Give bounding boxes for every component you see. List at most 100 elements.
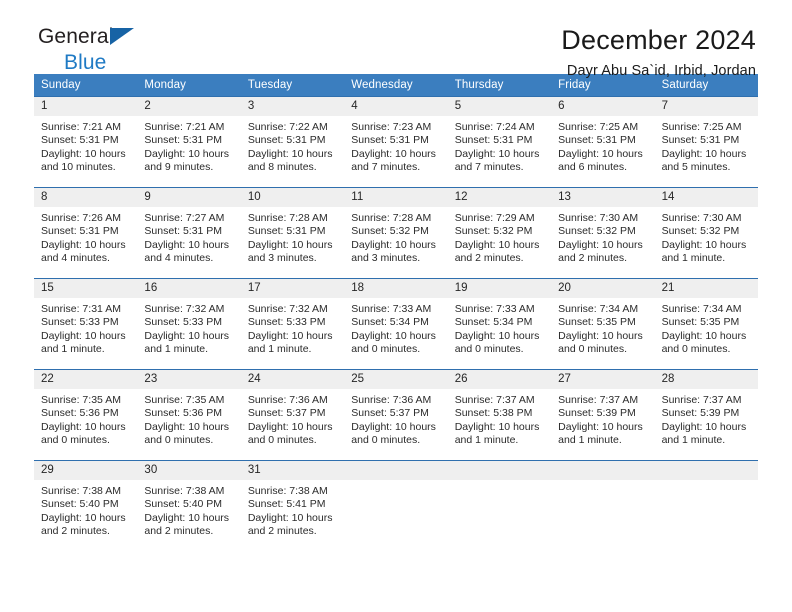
- day-details: Sunrise: 7:21 AM Sunset: 5:31 PM Daylight:…: [137, 116, 240, 174]
- calendar-day-cell[interactable]: 1 Sunrise: 7:21 AM Sunset: 5:31 PM Daylight…: [34, 97, 138, 179]
- day-detail-line: Sunset: 5:33 PM: [247, 316, 326, 329]
- day-details: Sunrise: 7:36 AM Sunset: 5:37 PM Daylight:…: [344, 389, 447, 447]
- day-detail-line: Sunset: 5:31 PM: [41, 134, 119, 147]
- calendar-day-cell[interactable]: 31 Sunrise: 7:38 AM Sunset: 5:41 PM Dayligh…: [240, 461, 345, 543]
- day-detail-line: Sunset: 5:40 PM: [41, 498, 119, 511]
- day-number: [344, 461, 448, 480]
- day-number: 8: [34, 188, 138, 207]
- calendar-day-cell[interactable]: 25 Sunrise: 7:36 AM Sunset: 5:37 PM Dayligh…: [344, 370, 448, 452]
- day-detail-line: Daylight: 10 hours: [351, 420, 436, 433]
- day-detail-line: Daylight: 10 hours: [41, 238, 126, 251]
- day-detail-line: and 2 minutes.: [41, 524, 110, 537]
- day-detail-line: Sunset: 5:32 PM: [661, 225, 740, 238]
- day-detail-line: Sunset: 5:31 PM: [247, 225, 326, 238]
- day-details: Sunrise: 7:36 AM Sunset: 5:37 PM Daylight:…: [241, 389, 344, 447]
- day-number: 11: [344, 188, 448, 207]
- calendar-day-cell[interactable]: 26 Sunrise: 7:37 AM Sunset: 5:38 PM Dayligh…: [447, 370, 552, 452]
- dow-thursday: Thursday: [454, 79, 504, 91]
- day-detail-line: Sunset: 5:31 PM: [454, 134, 533, 147]
- day-detail-line: Sunrise: 7:38 AM: [41, 485, 121, 497]
- day-details: Sunrise: 7:34 AM Sunset: 5:35 PM Daylight:…: [551, 298, 654, 356]
- month-calendar: Sunday Monday Tuesday Wednesday Thursday…: [34, 74, 758, 543]
- day-detail-line: and 1 minute.: [661, 433, 726, 446]
- day-detail-line: Sunrise: 7:35 AM: [144, 394, 225, 406]
- calendar-day-cell[interactable]: 10 Sunrise: 7:28 AM Sunset: 5:31 PM Dayligh…: [240, 188, 345, 270]
- day-detail-line: Sunrise: 7:28 AM: [247, 212, 328, 224]
- day-detail-line: Sunrise: 7:23 AM: [351, 121, 432, 133]
- day-details: Sunrise: 7:25 AM Sunset: 5:31 PM Daylight:…: [551, 116, 654, 174]
- day-detail-line: Sunset: 5:31 PM: [144, 225, 223, 238]
- calendar-week-row: 29 Sunrise: 7:38 AM Sunset: 5:40 PM Dayligh…: [34, 460, 758, 543]
- day-details: Sunrise: 7:38 AM Sunset: 5:41 PM Daylight:…: [241, 480, 344, 538]
- day-detail-line: Sunset: 5:39 PM: [661, 407, 740, 420]
- day-number: 5: [447, 97, 552, 116]
- day-details: [551, 480, 654, 485]
- day-detail-line: Daylight: 10 hours: [351, 238, 436, 251]
- day-detail-line: and 0 minutes.: [558, 342, 628, 355]
- day-detail-line: Daylight: 10 hours: [558, 147, 643, 160]
- calendar-day-cell[interactable]: 9 Sunrise: 7:27 AM Sunset: 5:31 PM Daylight…: [137, 188, 241, 270]
- calendar-day-cell[interactable]: 3 Sunrise: 7:22 AM Sunset: 5:31 PM Daylight…: [240, 97, 345, 179]
- calendar-day-cell[interactable]: 16 Sunrise: 7:32 AM Sunset: 5:33 PM Dayligh…: [137, 279, 241, 361]
- calendar-day-cell[interactable]: 17 Sunrise: 7:32 AM Sunset: 5:33 PM Dayligh…: [240, 279, 345, 361]
- day-detail-line: Daylight: 10 hours: [247, 147, 333, 160]
- day-detail-line: Sunrise: 7:22 AM: [247, 121, 328, 133]
- day-details: Sunrise: 7:28 AM Sunset: 5:32 PM Daylight:…: [344, 207, 447, 265]
- page-title: December 2024: [561, 25, 756, 55]
- day-number: 4: [344, 97, 448, 116]
- calendar-day-cell[interactable]: 28 Sunrise: 7:37 AM Sunset: 5:39 PM Dayligh…: [654, 370, 758, 452]
- day-detail-line: Sunset: 5:31 PM: [661, 134, 740, 147]
- day-details: Sunrise: 7:35 AM Sunset: 5:36 PM Daylight:…: [137, 389, 240, 447]
- day-number: 27: [551, 370, 655, 389]
- day-number: 28: [654, 370, 758, 389]
- calendar-day-cell[interactable]: 23 Sunrise: 7:35 AM Sunset: 5:36 PM Dayligh…: [137, 370, 241, 452]
- day-detail-line: Daylight: 10 hours: [661, 329, 747, 342]
- day-detail-line: and 9 minutes.: [144, 160, 214, 173]
- calendar-day-cell[interactable]: 21 Sunrise: 7:34 AM Sunset: 5:35 PM Dayligh…: [654, 279, 758, 361]
- calendar-day-cell[interactable]: 27 Sunrise: 7:37 AM Sunset: 5:39 PM Dayligh…: [551, 370, 655, 452]
- calendar-day-cell[interactable]: 14 Sunrise: 7:30 AM Sunset: 5:32 PM Dayligh…: [654, 188, 758, 270]
- day-details: Sunrise: 7:32 AM Sunset: 5:33 PM Daylight:…: [241, 298, 344, 356]
- day-details: Sunrise: 7:33 AM Sunset: 5:34 PM Daylight:…: [448, 298, 551, 356]
- day-detail-line: Sunset: 5:34 PM: [454, 316, 533, 329]
- calendar-day-cell[interactable]: 24 Sunrise: 7:36 AM Sunset: 5:37 PM Dayligh…: [240, 370, 345, 452]
- day-number: 30: [137, 461, 241, 480]
- calendar-day-cell[interactable]: 13 Sunrise: 7:30 AM Sunset: 5:32 PM Dayligh…: [551, 188, 655, 270]
- calendar-day-cell[interactable]: 11 Sunrise: 7:28 AM Sunset: 5:32 PM Dayligh…: [344, 188, 448, 270]
- day-detail-line: Sunset: 5:36 PM: [144, 407, 223, 420]
- calendar-day-cell[interactable]: 4 Sunrise: 7:23 AM Sunset: 5:31 PM Daylight…: [344, 97, 448, 179]
- day-details: Sunrise: 7:29 AM Sunset: 5:32 PM Daylight:…: [448, 207, 551, 265]
- calendar-day-cell[interactable]: 29 Sunrise: 7:38 AM Sunset: 5:40 PM Dayligh…: [34, 461, 138, 543]
- day-detail-line: Sunrise: 7:38 AM: [144, 485, 225, 497]
- calendar-day-cell[interactable]: 8 Sunrise: 7:26 AM Sunset: 5:31 PM Daylight…: [34, 188, 138, 270]
- day-details: Sunrise: 7:22 AM Sunset: 5:31 PM Daylight:…: [241, 116, 344, 174]
- day-detail-line: and 1 minute.: [41, 342, 105, 355]
- calendar-day-cell[interactable]: 30 Sunrise: 7:38 AM Sunset: 5:40 PM Dayligh…: [137, 461, 241, 543]
- calendar-day-cell[interactable]: 7 Sunrise: 7:25 AM Sunset: 5:31 PM Daylight…: [654, 97, 758, 179]
- day-number: 10: [240, 188, 345, 207]
- calendar-day-cell[interactable]: 6 Sunrise: 7:25 AM Sunset: 5:31 PM Daylight…: [551, 97, 655, 179]
- day-detail-line: Sunrise: 7:28 AM: [351, 212, 432, 224]
- calendar-week-row: 1 Sunrise: 7:21 AM Sunset: 5:31 PM Daylight…: [34, 96, 758, 179]
- day-details: [448, 480, 551, 485]
- day-details: Sunrise: 7:37 AM Sunset: 5:39 PM Daylight:…: [551, 389, 654, 447]
- day-detail-line: Sunrise: 7:27 AM: [144, 212, 225, 224]
- day-detail-line: Sunset: 5:31 PM: [558, 134, 636, 147]
- calendar-day-cell[interactable]: 19 Sunrise: 7:33 AM Sunset: 5:34 PM Dayligh…: [447, 279, 552, 361]
- day-detail-line: and 0 minutes.: [454, 342, 524, 355]
- day-details: Sunrise: 7:25 AM Sunset: 5:31 PM Daylight:…: [655, 116, 758, 174]
- day-detail-line: Daylight: 10 hours: [41, 329, 126, 342]
- calendar-day-cell[interactable]: 2 Sunrise: 7:21 AM Sunset: 5:31 PM Daylight…: [137, 97, 241, 179]
- logo-text-general: General: [38, 25, 114, 48]
- day-number: 15: [34, 279, 138, 298]
- calendar-day-cell[interactable]: 20 Sunrise: 7:34 AM Sunset: 5:35 PM Dayligh…: [551, 279, 655, 361]
- calendar-day-cell[interactable]: 18 Sunrise: 7:33 AM Sunset: 5:34 PM Dayligh…: [344, 279, 448, 361]
- day-number: 31: [240, 461, 345, 480]
- calendar-day-cell[interactable]: 12 Sunrise: 7:29 AM Sunset: 5:32 PM Dayligh…: [447, 188, 552, 270]
- calendar-day-cell[interactable]: 5 Sunrise: 7:24 AM Sunset: 5:31 PM Daylight…: [447, 97, 552, 179]
- day-details: Sunrise: 7:33 AM Sunset: 5:34 PM Daylight:…: [344, 298, 447, 356]
- day-detail-line: and 0 minutes.: [144, 433, 214, 446]
- calendar-day-cell[interactable]: 22 Sunrise: 7:35 AM Sunset: 5:36 PM Dayligh…: [34, 370, 138, 452]
- calendar-day-cell[interactable]: 15 Sunrise: 7:31 AM Sunset: 5:33 PM Dayligh…: [34, 279, 138, 361]
- day-number: 14: [654, 188, 758, 207]
